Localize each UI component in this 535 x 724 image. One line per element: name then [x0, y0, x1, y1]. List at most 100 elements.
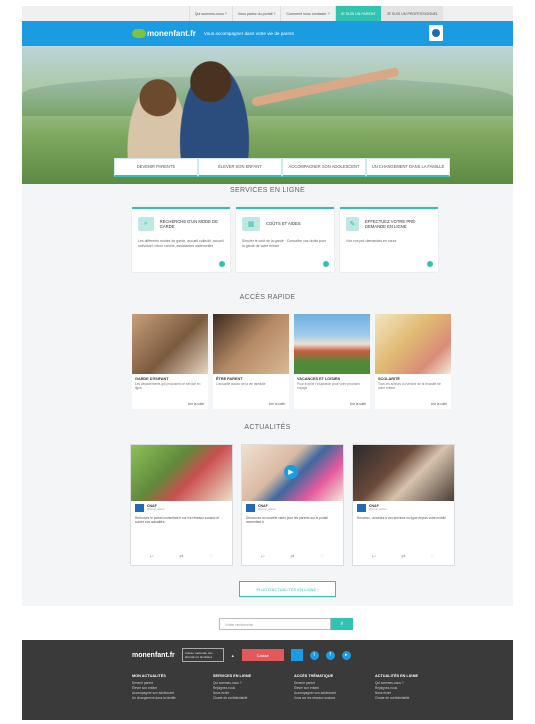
- news-card-image: [131, 445, 232, 501]
- read-more-link[interactable]: Lire la suite: [350, 402, 366, 406]
- service-card-couts[interactable]: ▦ COÛTS ET AIDES Simuler le coût de la ga…: [236, 207, 334, 272]
- play-icon[interactable]: ▶: [284, 465, 298, 479]
- caf-avatar-icon: [357, 504, 366, 512]
- footer-column-title: ACTUALITÉS EN LIGNE: [375, 674, 419, 678]
- service-card-title: EFFECTUEZ VOTRE PRÉ-DEMANDE EN LIGNE: [364, 218, 417, 229]
- service-card-title: RECHERCHE D'UN MODE DE GARDE: [159, 218, 218, 229]
- quick-access-list: GARDE D'ENFANT Les départements qui prop…: [132, 314, 451, 409]
- like-icon[interactable]: ♡: [320, 554, 324, 560]
- quick-card-title: VACANCES ET LOISIRS: [297, 377, 341, 381]
- hero-nav-elever-enfant[interactable]: ÉLEVER SON ENFANT: [198, 158, 282, 177]
- logo-text: monenfant.fr: [147, 29, 196, 38]
- retweet-icon[interactable]: ⇄: [290, 554, 294, 560]
- footer-column: MON ACTUALITÉS Devenir parent Élever son…: [132, 674, 207, 701]
- hero-nav-devenir-parents[interactable]: DEVENIR PARENTS: [114, 158, 198, 177]
- footer-column: SERVICES EN LIGNE Qui sommes-nous ? Rejo…: [213, 674, 288, 701]
- footer-column-title: ACCÈS THÉMATIQUE: [294, 674, 334, 678]
- footer-logos: monenfant.fr Caisse nationale des alloca…: [132, 648, 351, 662]
- document-icon: ✎: [346, 217, 359, 231]
- quick-card-desc: Pour trouver l'inspiration pour votre pr…: [297, 382, 360, 391]
- reply-icon[interactable]: ↩: [150, 554, 154, 560]
- search-icon: ⌕: [138, 217, 154, 231]
- hero-nav: DEVENIR PARENTS ÉLEVER SON ENFANT ACCOMP…: [114, 158, 450, 177]
- page: Qui sommes-nous ? Vous parlez du portail…: [22, 6, 513, 720]
- footer-link[interactable]: Charte de confidentialité: [375, 696, 450, 701]
- quick-card-desc: L'actualité autour de la vie familiale: [216, 382, 266, 386]
- quick-card-title: GARDE D'ENFANT: [135, 377, 169, 381]
- footer-link[interactable]: Vous sur les réseaux sociaux: [294, 696, 369, 701]
- partner-logo[interactable]: Caisse nationale des allocations familia…: [181, 648, 224, 662]
- hero-nav-changement[interactable]: UN CHANGEMENT DANS LA FAMILLE: [366, 158, 450, 177]
- footer-link[interactable]: Un changement dans la famille: [132, 696, 207, 701]
- site-logo[interactable]: monenfant.fr: [132, 29, 196, 38]
- search-input[interactable]: Votre recherche: [219, 618, 331, 630]
- tab-professional[interactable]: JE SUIS UN PROFESSIONNEL: [380, 6, 443, 21]
- retweet-icon[interactable]: ⇄: [179, 554, 183, 560]
- youtube-icon[interactable]: ▸: [341, 650, 351, 660]
- news-text: Découvrez la nouvelle vidéo pour les par…: [246, 516, 328, 525]
- footer-columns: MON ACTUALITÉS Devenir parent Élever son…: [132, 674, 450, 701]
- facebook-icon[interactable]: f: [325, 650, 335, 660]
- service-card-title: COÛTS ET AIDES: [266, 221, 301, 227]
- footer-column: ACTUALITÉS EN LIGNE Qui sommes-nous ? Re…: [375, 674, 450, 701]
- site-footer: monenfant.fr Caisse nationale des alloca…: [22, 640, 513, 720]
- child-figure-right: [177, 58, 252, 166]
- reply-icon[interactable]: ↩: [261, 554, 265, 560]
- ministry-logo-icon[interactable]: ▲: [231, 649, 235, 661]
- service-card-body: Simuler le coût de la garde · Connaître …: [242, 239, 327, 248]
- like-icon[interactable]: ♡: [431, 554, 435, 560]
- twitter-icon[interactable]: t: [309, 650, 319, 660]
- reply-icon[interactable]: ↩: [372, 554, 376, 560]
- like-icon[interactable]: ♡: [209, 554, 213, 560]
- service-card-predemande[interactable]: ✎ EFFECTUEZ VOTRE PRÉ-DEMANDE EN LIGNE Vo…: [340, 207, 438, 272]
- news-card[interactable]: CNAF @cnaf_actus Retrouvez le portail mon…: [130, 444, 233, 566]
- topbar-link-about[interactable]: Qui sommes-nous ?: [188, 6, 232, 21]
- topbar-link-portal[interactable]: Vous parlez du portail ?: [231, 6, 281, 21]
- quick-card[interactable]: SCOLARITÉ Tous les acteurs au service de…: [375, 314, 451, 409]
- read-more-link[interactable]: Lire la suite: [188, 402, 204, 406]
- logo-mark-icon: [132, 29, 146, 38]
- tab-parent[interactable]: JE SUIS UN PARENT: [334, 6, 381, 21]
- footer-logo[interactable]: monenfant.fr: [132, 649, 175, 661]
- footer-link[interactable]: Charte de confidentialité: [213, 696, 288, 701]
- quick-card-desc: Tous les acteurs au service de la réussi…: [378, 382, 441, 391]
- search-icon: ⌕: [340, 620, 344, 627]
- caf-avatar-icon: [135, 504, 144, 512]
- quick-card-image: [375, 314, 451, 374]
- service-card-body: Voir vos pré-demandes en cours: [346, 239, 397, 243]
- hero-nav-adolescent[interactable]: ACCOMPAGNER SON ADOLESCENT: [282, 158, 366, 177]
- services-list: ⌕ RECHERCHE D'UN MODE DE GARDE Les différ…: [132, 207, 438, 272]
- site-header: monenfant.fr Vous accompagner dans votre…: [22, 21, 513, 46]
- news-handle: @cnaf_actus: [369, 507, 387, 512]
- footer-column-title: SERVICES EN LIGNE: [213, 674, 252, 678]
- service-card-garde[interactable]: ⌕ RECHERCHE D'UN MODE DE GARDE Les différ…: [132, 207, 230, 272]
- news-card[interactable]: ▶ CNAF @cnaf_actus Découvrez la nouvelle …: [241, 444, 344, 566]
- caisse-logo[interactable]: Caisse: [241, 649, 284, 661]
- news-title: ACTUALITÉS: [244, 424, 291, 431]
- search-button[interactable]: ⌕: [331, 618, 353, 630]
- quick-card[interactable]: GARDE D'ENFANT Les départements qui prop…: [132, 314, 208, 409]
- news-card[interactable]: CNAF @cnaf_actus Nouveau : accédez à vos …: [352, 444, 455, 566]
- news-actions: ↩ ⇄ ♡: [359, 554, 448, 560]
- quick-card-desc: Les départements qui proposent ce servic…: [135, 382, 201, 391]
- more-news-label: PLUS D'ACTUALITÉS EN LIGNE: [256, 586, 317, 592]
- arrow-icon: [427, 261, 433, 267]
- footer-column: ACCÈS THÉMATIQUE Devenir parent Élever s…: [294, 674, 369, 701]
- quick-card[interactable]: VACANCES ET LOISIRS Pour trouver l'inspi…: [294, 314, 370, 409]
- quick-access-title: ACCÈS RAPIDE: [239, 294, 296, 301]
- caf-logo-icon[interactable]: [429, 25, 443, 41]
- more-news-button[interactable]: PLUS D'ACTUALITÉS EN LIGNE ›: [239, 581, 336, 597]
- top-bar: Qui sommes-nous ? Vous parlez du portail…: [22, 6, 513, 21]
- arrow-icon: [219, 261, 225, 267]
- quick-card-title: ÊTRE PARENT: [216, 377, 243, 381]
- quick-card-image: [213, 314, 289, 374]
- arrow-icon: [323, 261, 329, 267]
- read-more-link[interactable]: Lire la suite: [431, 402, 447, 406]
- caf-logo-icon[interactable]: [290, 649, 303, 661]
- retweet-icon[interactable]: ⇄: [401, 554, 405, 560]
- quick-card[interactable]: ÊTRE PARENT L'actualité autour de la vie…: [213, 314, 289, 409]
- topbar-link-contact[interactable]: Comment nous contacter ?: [280, 6, 334, 21]
- read-more-link[interactable]: Lire la suite: [269, 402, 285, 406]
- news-handle: @cnaf_actus: [258, 507, 276, 512]
- news-actions: ↩ ⇄ ♡: [137, 554, 226, 560]
